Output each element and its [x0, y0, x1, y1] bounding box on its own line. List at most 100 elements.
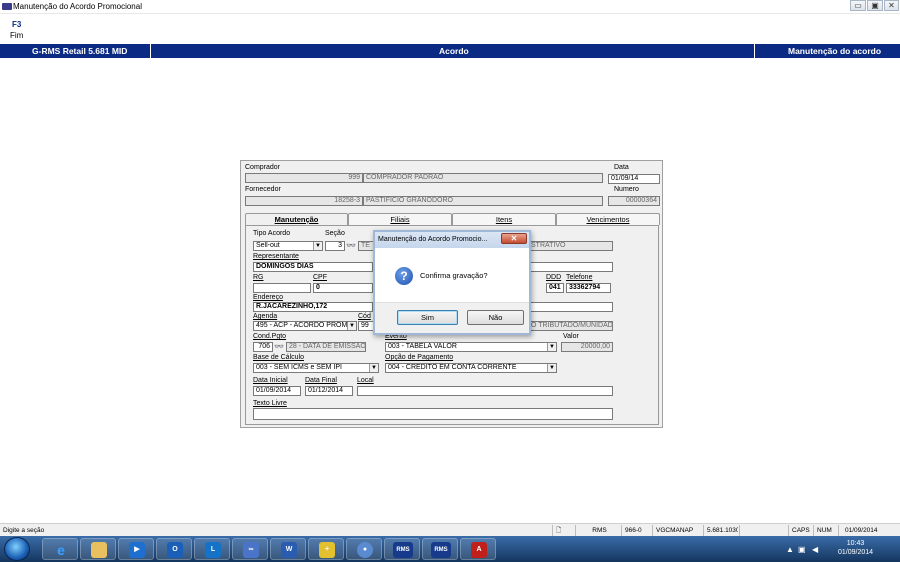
taskbar-acrobat[interactable]: A — [460, 538, 496, 560]
start-button[interactable] — [4, 537, 30, 561]
dialog-close-button[interactable]: ✕ — [501, 233, 527, 244]
evento-select[interactable]: 003 - TABELA VALOR ▼ — [385, 342, 557, 352]
data-final-field[interactable]: 01/12/2014 — [305, 386, 353, 396]
data-field[interactable]: 01/09/14 — [608, 174, 660, 184]
base-calculo-label: Base de Cálculo — [253, 354, 304, 361]
app-icon: + — [319, 542, 335, 558]
opcao-pagamento-select[interactable]: 004 - CRÉDITO EM CONTA CORRENTE ▼ — [385, 363, 557, 373]
ddd-label: DDD — [546, 274, 562, 281]
app-icon: ● — [357, 542, 373, 558]
cond-pgto-code-field[interactable]: 706 — [253, 342, 273, 352]
valor-field: 20000,00 — [561, 342, 613, 352]
taskbar-rms-1[interactable]: RMS — [384, 538, 420, 560]
cond-pgto-label: Cond.Pgto — [253, 333, 287, 340]
representante-field-right[interactable] — [528, 262, 613, 272]
tray-overflow-icon[interactable]: ▲ — [786, 545, 794, 554]
taskbar-media[interactable]: ▶ — [118, 538, 154, 560]
tipo-acordo-label: Tipo Acordo — [253, 230, 291, 237]
tab-manutencao[interactable]: Manutenção — [245, 213, 348, 225]
cpf-field[interactable]: 0 — [313, 283, 373, 293]
word-icon: W — [281, 542, 297, 558]
chevron-down-icon: ▼ — [369, 364, 378, 372]
header-app-name: G-RMS Retail 5.681 MID — [32, 46, 128, 56]
agenda-select[interactable]: 495 - ACP - ACORDO PROMO ▼ — [253, 321, 357, 331]
taskbar-word[interactable]: W — [270, 538, 306, 560]
secao-field[interactable]: 3 — [325, 241, 345, 251]
app-icon — [2, 3, 12, 10]
secao-desc-right: STRATIVO — [528, 241, 613, 251]
telefone-field[interactable]: 33362794 — [566, 283, 611, 293]
valor-label: Valor — [563, 333, 579, 340]
taskbar-ie[interactable]: e — [42, 538, 78, 560]
tab-itens[interactable]: Itens — [452, 213, 556, 225]
document-icon: 🗋 — [552, 525, 574, 536]
status-version: 5.681.1030 — [703, 525, 738, 536]
chevron-down-icon: ▼ — [347, 322, 356, 330]
header-bar: G-RMS Retail 5.681 MID Acordo Manutenção… — [0, 44, 900, 58]
clock-date: 01/09/2014 — [838, 549, 874, 556]
taskbar-app[interactable]: ● — [346, 538, 382, 560]
secao-desc-field: TE — [358, 241, 374, 251]
close-window-button[interactable]: ✕ — [884, 0, 899, 11]
network-icon[interactable]: ▣ — [798, 545, 806, 554]
volume-icon[interactable]: ◀ — [812, 545, 818, 554]
base-calculo-select[interactable]: 003 - SEM ICMS e SEM IPI ▼ — [253, 363, 379, 373]
comprador-label: Comprador — [245, 164, 281, 171]
ddd-field[interactable]: 041 — [546, 283, 564, 293]
status-date: 01/09/2014 — [838, 525, 900, 536]
binoculars-search-icon[interactable]: 👓 — [346, 241, 356, 250]
status-message: Digite a seção — [3, 527, 45, 534]
fornecedor-label: Fornecedor — [245, 186, 281, 193]
nao-button[interactable]: Não — [467, 310, 524, 325]
rms-icon: RMS — [393, 542, 413, 558]
status-user: VGCMANAP — [652, 525, 702, 536]
status-num: NUM — [813, 525, 837, 536]
window-title: Manutenção do Acordo Promocional — [13, 2, 142, 11]
data-inicial-field[interactable]: 01/09/2014 — [253, 386, 301, 396]
outlook-icon: O — [167, 542, 183, 558]
tipo-acordo-select[interactable]: Sell-out ▼ — [253, 241, 323, 251]
texto-livre-label: Texto Livre — [253, 400, 287, 407]
texto-livre-field[interactable] — [253, 408, 613, 420]
agenda-label: Agenda — [253, 313, 278, 320]
endereco-field-right[interactable] — [528, 302, 613, 312]
comprador-code-field: 999 — [245, 173, 363, 183]
taskbar-clock[interactable]: 10:43 01/09/2014 — [838, 539, 873, 557]
rg-label: RG — [253, 274, 264, 281]
cod-field[interactable]: 99 — [358, 321, 374, 331]
header-context: Manutenção do acordo — [788, 46, 882, 56]
taskbar-app[interactable]: ∞ — [232, 538, 268, 560]
status-caps: CAPS — [788, 525, 812, 536]
taskbar-lync[interactable]: L — [194, 538, 230, 560]
telefone-label: Telefone — [566, 274, 593, 281]
endereco-field[interactable]: R.JACAREZINHO,172 — [253, 302, 373, 312]
comprador-name-field: COMPRADOR PADRAO — [363, 173, 603, 183]
representante-field[interactable]: DOMINGOS DIAS — [253, 262, 373, 272]
taskbar-rms-2[interactable]: RMS — [422, 538, 458, 560]
local-label: Local — [357, 377, 374, 384]
lync-icon: L — [205, 542, 221, 558]
maximize-button[interactable]: ▣ — [867, 0, 883, 11]
taskbar: e ▶ O L ∞ W + ● RMS RMS A — [0, 536, 900, 562]
tab-vencimentos[interactable]: Vencimentos — [556, 213, 660, 225]
taskbar-outlook[interactable]: O — [156, 538, 192, 560]
local-field[interactable] — [357, 386, 613, 396]
numero-field: 00000364 — [608, 196, 660, 206]
ie-icon: e — [57, 542, 65, 558]
cod-label: Cód — [358, 313, 371, 320]
binoculars-search-icon[interactable]: 👓 — [274, 342, 284, 351]
f3-key-label[interactable]: F3 — [12, 20, 21, 29]
minimize-button[interactable]: ▭ — [850, 0, 866, 11]
cpf-label: CPF — [313, 274, 327, 281]
fim-button[interactable]: Fim — [10, 31, 23, 40]
rg-field[interactable] — [253, 283, 311, 293]
fornecedor-code-field: 18258-3 — [245, 196, 363, 206]
sim-button[interactable]: Sim — [397, 310, 458, 325]
taskbar-app[interactable]: + — [308, 538, 344, 560]
media-player-icon: ▶ — [129, 542, 145, 558]
clock-time: 10:43 — [846, 540, 865, 547]
status-bar: Digite a seção 🗋 RMS 966-0 VGCMANAP 5.68… — [0, 523, 900, 536]
taskbar-explorer[interactable] — [80, 538, 116, 560]
secao-label: Seção — [325, 230, 345, 237]
tab-filiais[interactable]: Filiais — [348, 213, 452, 225]
